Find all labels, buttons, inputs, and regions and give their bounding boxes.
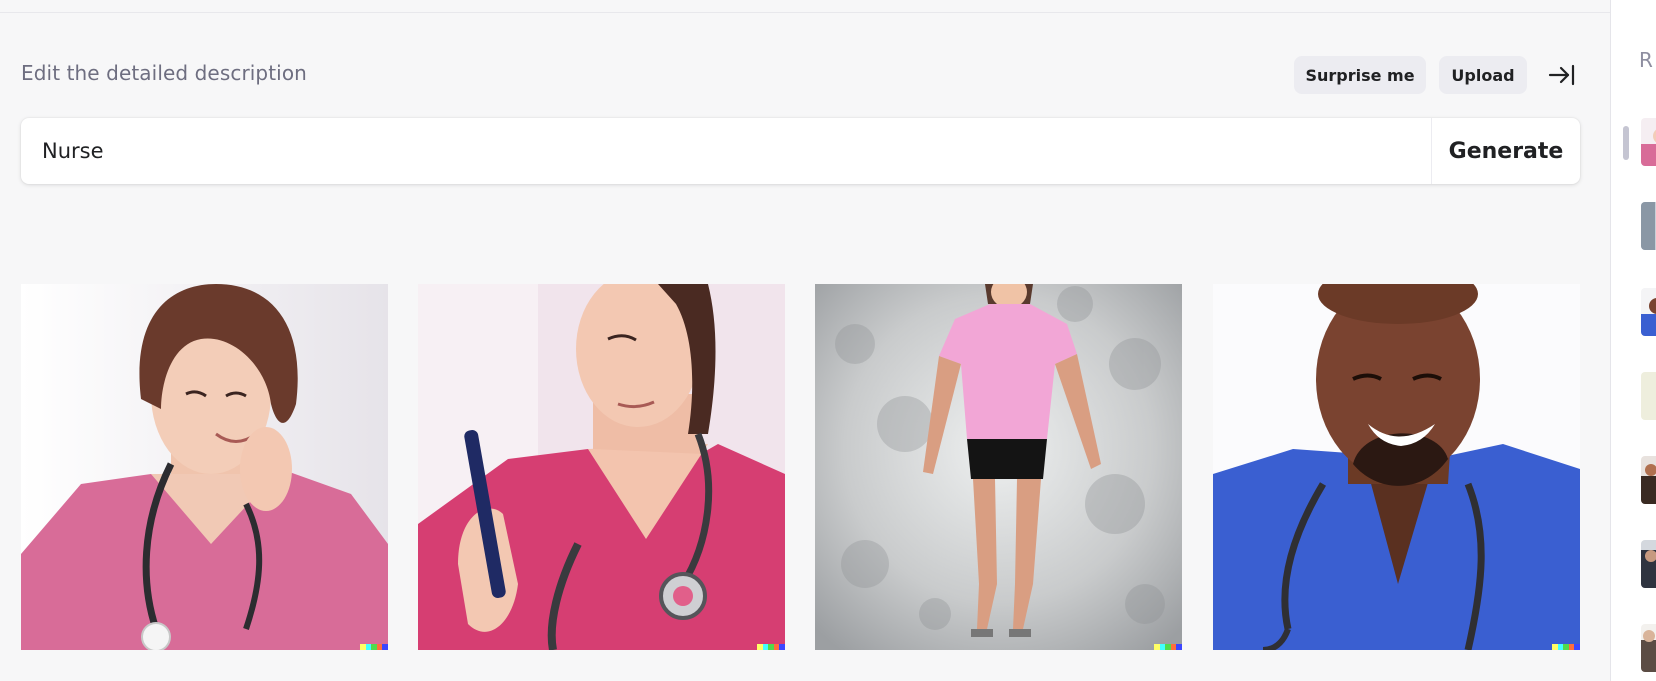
history-thumbnail[interactable] (1641, 540, 1656, 588)
watermark (1552, 644, 1580, 650)
history-thumbnail[interactable] (1641, 624, 1656, 672)
sidebar-scrollbar[interactable] (1623, 126, 1629, 160)
create-panel: Edit the detailed description Surprise m… (0, 13, 1610, 681)
history-sidebar: R (1610, 0, 1656, 681)
prompt-box: Generate (21, 118, 1580, 184)
sidebar-title: R (1639, 48, 1653, 72)
result-image-1[interactable] (21, 284, 388, 650)
result-image-3[interactable] (815, 284, 1182, 650)
watermark (757, 644, 785, 650)
history-thumbnail[interactable] (1641, 202, 1656, 250)
watermark (360, 644, 388, 650)
result-image-4[interactable] (1213, 284, 1580, 650)
history-thumbnail[interactable] (1641, 456, 1656, 504)
surprise-me-button[interactable]: Surprise me (1294, 56, 1426, 94)
watermark (1154, 644, 1182, 650)
history-thumbnail[interactable] (1641, 372, 1656, 420)
prompt-input[interactable] (21, 118, 1431, 184)
history-thumbnail[interactable] (1641, 288, 1656, 336)
history-thumbnail[interactable] (1641, 118, 1656, 166)
prompt-label: Edit the detailed description (21, 61, 307, 85)
upload-button[interactable]: Upload (1439, 56, 1527, 94)
collapse-sidebar-icon[interactable] (1546, 62, 1576, 88)
result-image-2[interactable] (418, 284, 785, 650)
top-border (0, 0, 1610, 13)
generate-button[interactable]: Generate (1431, 118, 1580, 184)
